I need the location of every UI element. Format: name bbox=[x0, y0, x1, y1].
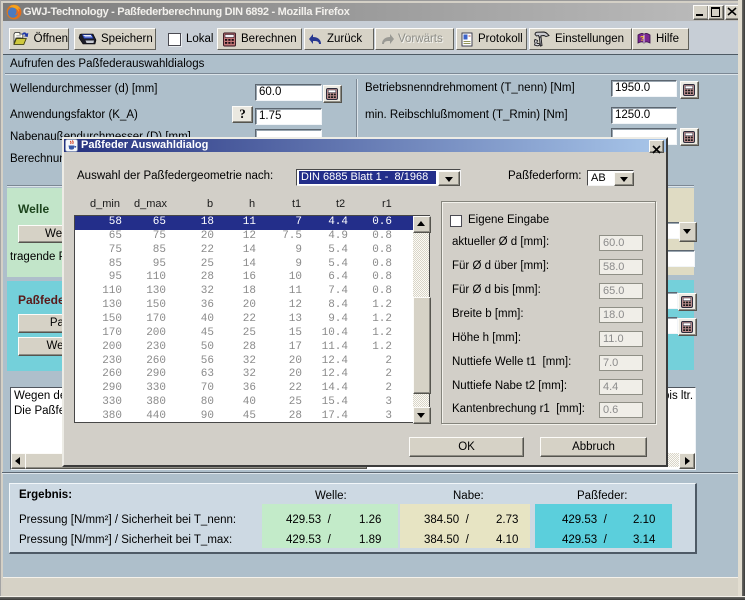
svg-text:?: ? bbox=[640, 36, 644, 43]
